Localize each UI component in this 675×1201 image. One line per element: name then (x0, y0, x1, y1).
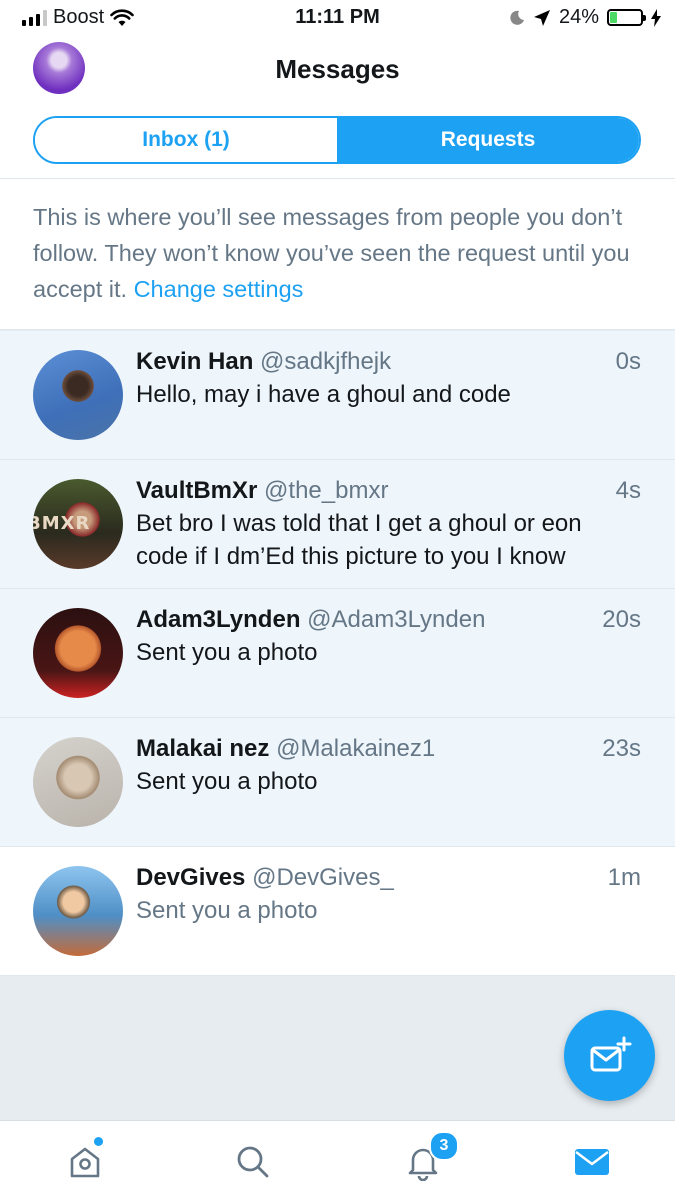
message-preview: Bet bro I was told that I get a ghoul or… (136, 510, 582, 570)
sender-name: Kevin Han (136, 348, 254, 375)
tab-home[interactable] (60, 1137, 110, 1187)
tab-notifications[interactable]: 3 (398, 1131, 459, 1187)
sender-name: Malakai nez (136, 735, 270, 762)
message-preview: Sent you a photo (136, 768, 318, 795)
status-right: 24% (509, 6, 661, 29)
new-message-icon (590, 1036, 631, 1071)
mail-icon (575, 1149, 609, 1175)
message-time: 20s (602, 606, 641, 633)
conversation-row[interactable]: BMXR VaultBmXr @the_bmxr 4s Bet bro I wa… (0, 460, 675, 589)
avatar[interactable] (33, 350, 123, 440)
moon-icon (510, 10, 524, 25)
notification-badge: 3 (429, 1131, 459, 1161)
requests-info: This is where you’ll see messages from p… (0, 179, 675, 330)
avatar-text: BMXR (33, 513, 91, 534)
header: Messages Inbox (1) Requests (0, 36, 675, 179)
compose-message-button[interactable] (564, 1010, 655, 1101)
tab-messages[interactable] (567, 1137, 617, 1187)
message-time: 23s (602, 735, 641, 762)
search-icon (237, 1146, 269, 1178)
conversation-row[interactable]: Kevin Han @sadkjfhejk 0s Hello, may i ha… (0, 331, 675, 460)
message-time: 1m (607, 864, 641, 891)
message-time: 4s (615, 477, 641, 504)
avatar[interactable] (33, 608, 123, 698)
sender-name: VaultBmXr (136, 477, 258, 504)
info-text: This is where you’ll see messages from p… (33, 204, 630, 302)
message-preview: Sent you a photo (136, 639, 318, 666)
charging-bolt-icon (651, 8, 661, 27)
row-header: Malakai nez @Malakainez1 (136, 733, 641, 765)
status-bar: Boost 11:11 PM 24% (0, 0, 675, 36)
avatar[interactable] (33, 866, 123, 956)
sender-name: Adam3Lynden (136, 606, 301, 633)
change-settings-link[interactable]: Change settings (134, 276, 304, 302)
sender-handle: @Malakainez1 (276, 735, 436, 762)
conversation-list: Kevin Han @sadkjfhejk 0s Hello, may i ha… (0, 331, 675, 976)
message-preview: Hello, may i have a ghoul and code (136, 381, 511, 408)
location-arrow-icon (533, 9, 550, 26)
row-header: VaultBmXr @the_bmxr (136, 475, 641, 507)
sender-name: DevGives (136, 864, 246, 891)
conversation-row[interactable]: Adam3Lynden @Adam3Lynden 20s Sent you a … (0, 589, 675, 718)
message-preview: Sent you a photo (136, 897, 318, 924)
battery-icon (607, 9, 646, 26)
sender-handle: @DevGives_ (252, 864, 394, 891)
sender-handle: @the_bmxr (264, 477, 389, 504)
segmented-control: Inbox (1) Requests (33, 116, 641, 164)
row-header: Adam3Lynden @Adam3Lynden (136, 604, 641, 636)
tab-inbox[interactable]: Inbox (1) (35, 118, 337, 162)
page-title: Messages (275, 54, 400, 84)
home-notification-dot (94, 1137, 103, 1146)
message-time: 0s (615, 348, 641, 375)
sender-handle: @Adam3Lynden (307, 606, 486, 633)
tab-search[interactable] (228, 1137, 278, 1187)
row-header: DevGives @DevGives_ (136, 862, 641, 894)
conversation-row[interactable]: Malakai nez @Malakainez1 23s Sent you a … (0, 718, 675, 847)
battery-percent: 24% (558, 6, 599, 28)
tab-bar: 3 (0, 1120, 675, 1201)
avatar[interactable] (33, 737, 123, 827)
sender-handle: @sadkjfhejk (260, 348, 392, 375)
tab-requests[interactable]: Requests (337, 118, 639, 162)
conversation-row[interactable]: DevGives @DevGives_ 1m Sent you a photo (0, 847, 675, 976)
row-header: Kevin Han @sadkjfhejk (136, 346, 641, 378)
home-icon (70, 1147, 100, 1178)
avatar[interactable]: BMXR (33, 479, 123, 569)
